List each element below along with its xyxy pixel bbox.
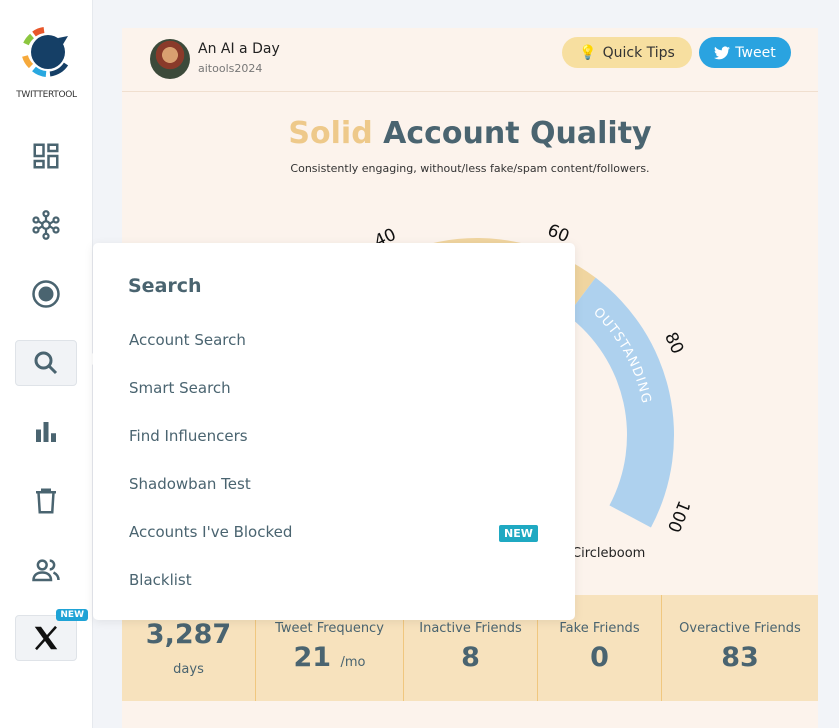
stat-overactive-friends[interactable]: Overactive Friends 83	[662, 595, 818, 701]
new-badge: NEW	[499, 525, 538, 542]
stat-unit: days	[173, 662, 204, 677]
record-icon	[32, 280, 60, 308]
gauge-outstanding-band	[567, 277, 674, 528]
menu-item-blacklist[interactable]: Blacklist	[129, 571, 192, 589]
x-logo-icon	[34, 625, 58, 651]
stat-value: 8	[461, 642, 480, 673]
trash-icon	[36, 488, 56, 514]
menu-title: Search	[128, 275, 202, 297]
stat-value: 3,287	[145, 619, 232, 650]
twittertool-logo[interactable]	[20, 26, 72, 78]
menu-item-account-search[interactable]: Account Search	[129, 331, 246, 349]
sidebar: TWITTERTOOL NEW	[0, 0, 93, 728]
sidebar-item-search[interactable]	[15, 340, 77, 386]
menu-item-accounts-blocked[interactable]: Accounts I've Blocked	[129, 523, 292, 541]
search-icon	[34, 351, 58, 375]
network-icon	[32, 210, 60, 240]
stat-label: Tweet Frequency	[275, 621, 384, 636]
gauge-tick-label: 80	[660, 329, 687, 357]
sidebar-item-delete[interactable]	[15, 478, 77, 524]
stat-value: 83	[721, 642, 759, 673]
stat-unit: /mo	[340, 655, 366, 670]
menu-item-smart-search[interactable]: Smart Search	[129, 379, 231, 397]
menu-caret	[86, 353, 93, 365]
gauge-footer: Circleboom	[572, 546, 646, 561]
dashboard-icon	[33, 143, 59, 169]
stat-label: Inactive Friends	[419, 621, 522, 636]
stat-value: 21	[293, 642, 332, 673]
sidebar-item-users[interactable]	[15, 547, 77, 593]
logo-text: TWITTERTOOL	[16, 90, 77, 100]
sidebar-item-monitor[interactable]	[15, 271, 77, 317]
menu-item-find-influencers[interactable]: Find Influencers	[129, 427, 248, 445]
stat-label: Fake Friends	[559, 621, 640, 636]
sidebar-item-analytics[interactable]	[15, 409, 77, 455]
stat-value: 0	[590, 642, 609, 673]
stat-label: Overactive Friends	[679, 621, 801, 636]
menu-item-shadowban-test[interactable]: Shadowban Test	[129, 475, 251, 493]
sidebar-item-dashboard[interactable]	[15, 133, 77, 179]
bar-chart-icon	[36, 422, 56, 442]
gauge-tick-label: 100	[663, 497, 694, 535]
users-icon	[32, 559, 60, 582]
sidebar-item-network[interactable]	[15, 202, 77, 248]
search-flyout-menu: Search Account Search Smart Search Find …	[93, 243, 575, 620]
sidebar-item-x[interactable]: NEW	[15, 609, 88, 661]
new-badge: NEW	[56, 609, 88, 621]
